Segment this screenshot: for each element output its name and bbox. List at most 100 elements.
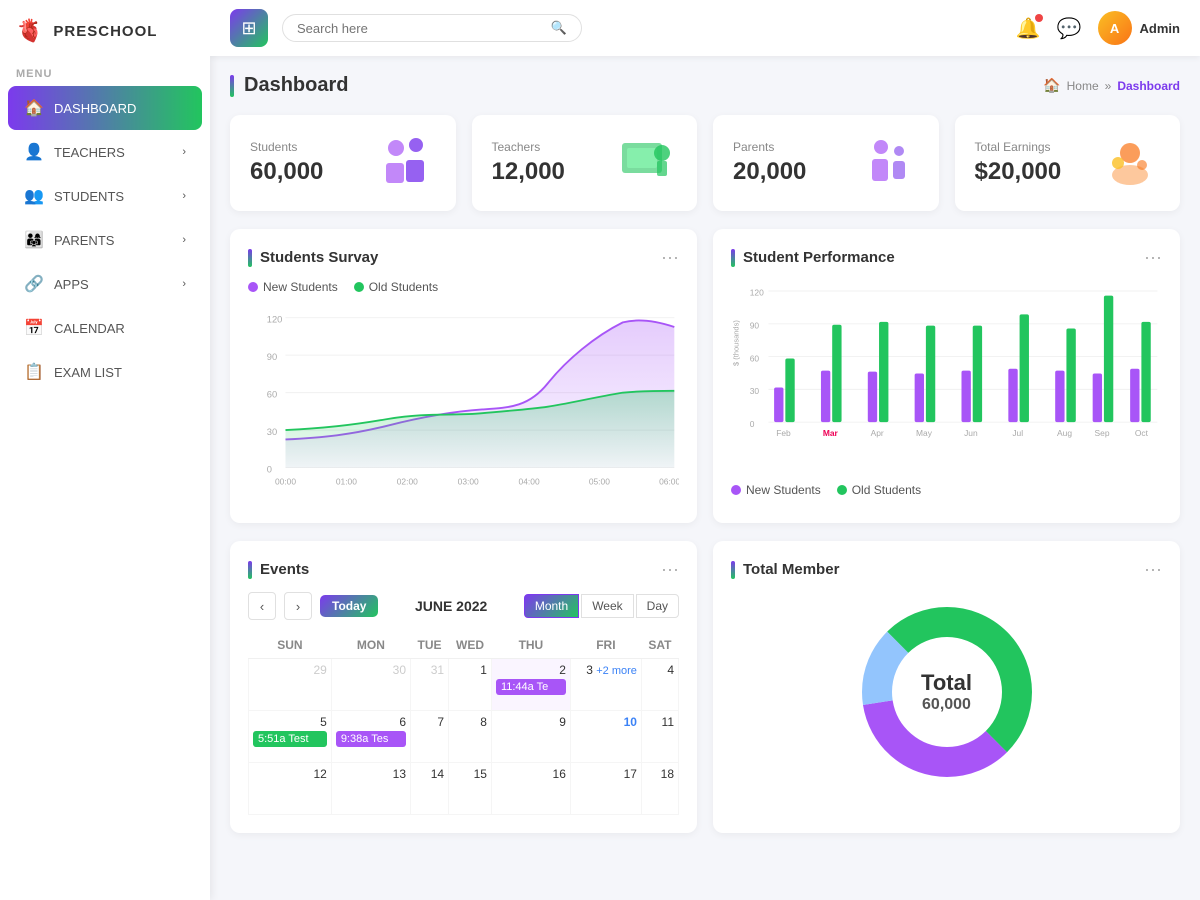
page-title-area: Dashboard (230, 74, 348, 97)
topbar-icons: 🔔 💬 A Admin (1016, 11, 1180, 45)
logo-icon: 🫀 (16, 18, 43, 44)
chevron-right-icon: › (182, 190, 186, 202)
cal-day[interactable]: 6 9:38a Tes (331, 711, 410, 763)
stat-info: Teachers 12,000 (492, 140, 565, 186)
cal-day[interactable]: 18 (641, 763, 678, 815)
stat-label: Students (250, 140, 323, 154)
cal-event[interactable]: 5:51a Test (253, 731, 327, 747)
messages-button[interactable]: 💬 (1057, 16, 1082, 41)
svg-text:90: 90 (267, 352, 277, 362)
title-decoration (731, 561, 735, 579)
cal-day[interactable]: 2 11:44a Te (491, 659, 570, 711)
cal-day[interactable]: 7 (411, 711, 449, 763)
more-options-button[interactable]: ··· (1144, 559, 1162, 580)
svg-text:May: May (916, 428, 933, 438)
cal-day[interactable]: 13 (331, 763, 410, 815)
legend-item-new: New Students (731, 483, 821, 497)
svg-text:06:00: 06:00 (659, 476, 679, 486)
more-options-button[interactable]: ··· (661, 559, 679, 580)
parents-icon: 👨‍👩‍👧 (24, 230, 44, 250)
events-card: Events ··· ‹ › Today JUNE 2022 Month Wee… (230, 541, 697, 833)
cal-day[interactable]: 16 (491, 763, 570, 815)
cal-day[interactable]: 15 (449, 763, 492, 815)
title-decoration (248, 561, 252, 579)
stat-card-teachers: Teachers 12,000 (472, 115, 698, 211)
cal-more[interactable]: +2 more (596, 665, 637, 677)
legend-dot-new (731, 485, 741, 495)
stats-row: Students 60,000 Teachers 12,000 (230, 115, 1180, 211)
chart-title: Student Performance (743, 249, 895, 266)
card-header: Events ··· (248, 559, 679, 580)
cal-day[interactable]: 10 (570, 711, 641, 763)
students-survey-card: Students Survay ··· New Students Old Stu… (230, 229, 697, 523)
cal-header-thu: THU (491, 632, 570, 659)
cal-event[interactable]: 11:44a Te (496, 679, 566, 695)
student-performance-card: Student Performance ··· 120 90 60 30 0 (713, 229, 1180, 523)
cal-day[interactable]: 4 (641, 659, 678, 711)
sidebar-item-teachers[interactable]: 👤 TEACHERS › (8, 130, 202, 174)
sidebar-item-students[interactable]: 👥 STUDENTS › (8, 174, 202, 218)
cal-day[interactable]: 31 (411, 659, 449, 711)
cal-event[interactable]: 9:38a Tes (336, 731, 406, 747)
cal-day[interactable]: 17 (570, 763, 641, 815)
cal-day[interactable]: 14 (411, 763, 449, 815)
more-options-button[interactable]: ··· (1144, 247, 1162, 268)
svg-text:30: 30 (267, 427, 277, 437)
apps-grid-button[interactable]: ⊞ (230, 9, 268, 47)
cal-day[interactable]: 8 (449, 711, 492, 763)
performance-chart-svg: 120 90 60 30 0 (731, 280, 1162, 480)
cal-header-wed: WED (449, 632, 492, 659)
bottom-row: Events ··· ‹ › Today JUNE 2022 Month Wee… (230, 541, 1180, 833)
legend-dot-old (354, 282, 364, 292)
breadcrumb: 🏠 Home » Dashboard (1043, 77, 1180, 94)
cal-header-mon: MON (331, 632, 410, 659)
notification-badge (1035, 14, 1043, 22)
sidebar-item-exam-list[interactable]: 📋 EXAM LIST (8, 350, 202, 394)
chart-title: Students Survay (260, 249, 378, 266)
notifications-button[interactable]: 🔔 (1016, 16, 1041, 41)
calendar-week-view-button[interactable]: Week (581, 594, 633, 618)
page-header: Dashboard 🏠 Home » Dashboard (230, 74, 1180, 97)
sidebar-item-label: TEACHERS (54, 145, 125, 160)
stat-value: 12,000 (492, 158, 565, 186)
svg-text:Apr: Apr (871, 428, 884, 438)
cal-day[interactable]: 5 5:51a Test (249, 711, 332, 763)
legend-label-new: New Students (746, 483, 821, 497)
admin-menu[interactable]: A Admin (1098, 11, 1180, 45)
home-icon: 🏠 (1043, 77, 1060, 94)
legend-label-old: Old Students (369, 280, 438, 294)
calendar-next-button[interactable]: › (284, 592, 312, 620)
cal-day[interactable]: 12 (249, 763, 332, 815)
donut-chart-container: Total 60,000 (731, 592, 1162, 792)
cal-day[interactable]: 11 (641, 711, 678, 763)
cal-day[interactable]: 1 (449, 659, 492, 711)
cal-day[interactable]: 9 (491, 711, 570, 763)
sidebar-item-dashboard[interactable]: 🏠 DASHBOARD (8, 86, 202, 130)
page-title: Dashboard (244, 74, 348, 97)
total-member-card: Total Member ··· Total 60,000 (713, 541, 1180, 833)
stat-value: $20,000 (975, 158, 1062, 186)
calendar-month-view-button[interactable]: Month (524, 594, 579, 618)
svg-text:02:00: 02:00 (397, 476, 418, 486)
sidebar-item-parents[interactable]: 👨‍👩‍👧 PARENTS › (8, 218, 202, 262)
cal-day[interactable]: 3 +2 more (570, 659, 641, 711)
title-bar-decoration (230, 75, 234, 97)
calendar-day-view-button[interactable]: Day (636, 594, 679, 618)
cal-day[interactable]: 29 (249, 659, 332, 711)
more-options-button[interactable]: ··· (661, 247, 679, 268)
cal-day[interactable]: 30 (331, 659, 410, 711)
calendar-controls: ‹ › Today JUNE 2022 Month Week Day (248, 592, 679, 620)
svg-text:Jul: Jul (1012, 428, 1023, 438)
sidebar-item-label: STUDENTS (54, 189, 124, 204)
calendar-today-button[interactable]: Today (320, 595, 378, 617)
calendar-prev-button[interactable]: ‹ (248, 592, 276, 620)
search-input[interactable] (297, 21, 543, 36)
sidebar-item-apps[interactable]: 🔗 APPS › (8, 262, 202, 306)
svg-text:30: 30 (750, 386, 760, 396)
search-box: 🔍 (282, 14, 582, 42)
chart-title-decoration (731, 249, 735, 267)
sidebar-item-calendar[interactable]: 📅 CALENDAR (8, 306, 202, 350)
chart-header: Students Survay ··· (248, 247, 679, 268)
stat-value: 20,000 (733, 158, 806, 186)
svg-text:$ (thousands): $ (thousands) (731, 320, 740, 366)
